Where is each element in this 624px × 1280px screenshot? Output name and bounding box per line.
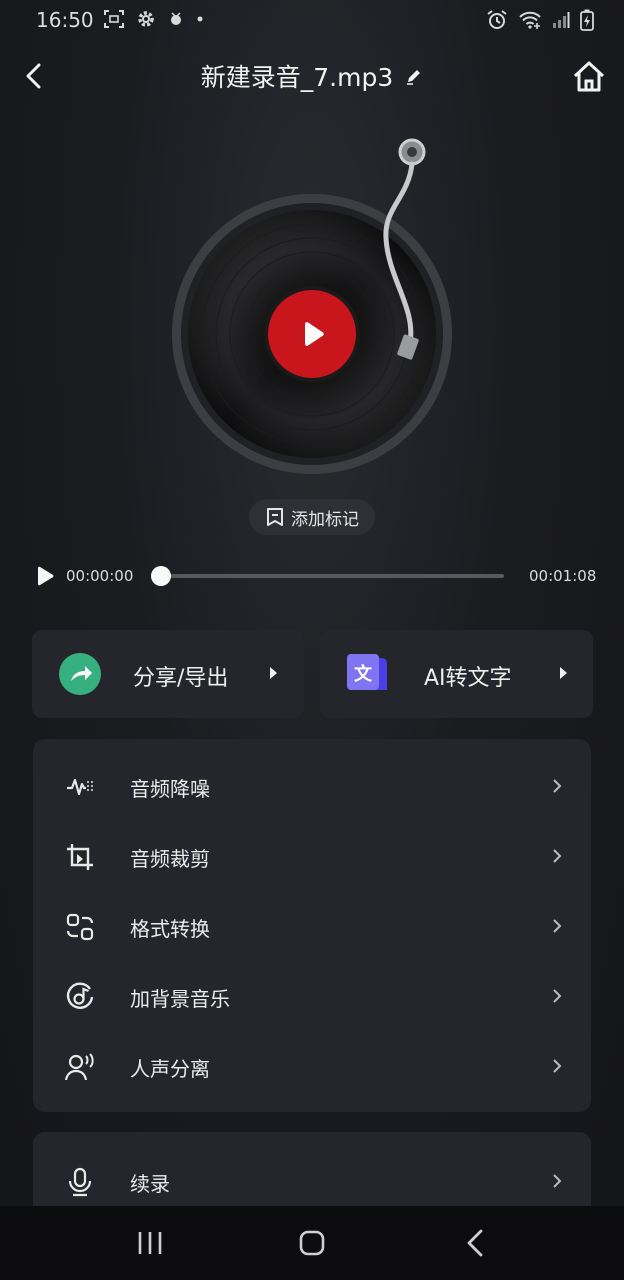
tools-list: 音频降噪 音频裁剪 格式转换 加背景音乐 人声分离 xyxy=(33,739,591,1112)
waveform-icon xyxy=(67,778,93,796)
share-export-label: 分享/导出 xyxy=(133,666,229,691)
home-nav-icon xyxy=(299,1230,325,1256)
status-left-icons xyxy=(104,9,204,29)
bookmark-icon xyxy=(267,508,283,526)
chevron-right-icon xyxy=(553,1059,562,1073)
tool-voice-separation[interactable]: 人声分离 xyxy=(33,1031,591,1101)
recent-apps-button[interactable] xyxy=(130,1226,170,1260)
screenshot-icon xyxy=(104,10,124,28)
svg-text:文: 文 xyxy=(354,663,373,685)
total-time: 00:01:08 xyxy=(529,567,597,585)
tool-bg-music[interactable]: 加背景音乐 xyxy=(33,961,591,1031)
dot-icon xyxy=(196,15,204,23)
back-nav-button[interactable] xyxy=(455,1226,495,1260)
progress-thumb[interactable] xyxy=(151,566,171,586)
ai-transcribe-button[interactable]: 文 AI转文字 xyxy=(320,630,593,718)
play-button[interactable] xyxy=(264,286,360,382)
tool-denoise[interactable]: 音频降噪 xyxy=(33,751,591,821)
gear-icon xyxy=(136,9,156,29)
tool-label: 音频降噪 xyxy=(130,777,210,801)
share-export-button[interactable]: 分享/导出 xyxy=(32,630,304,718)
battery-icon xyxy=(580,9,594,31)
pencil-icon[interactable] xyxy=(405,62,423,91)
music-disc-icon xyxy=(66,982,94,1009)
status-bar: 16:50 xyxy=(0,0,624,40)
tool-crop[interactable]: 音频裁剪 xyxy=(33,821,591,891)
tool-label: 人声分离 xyxy=(130,1057,210,1081)
add-mark-label: 添加标记 xyxy=(291,509,359,530)
convert-icon xyxy=(66,913,94,941)
wifi-icon xyxy=(518,10,542,30)
microphone-icon xyxy=(68,1167,92,1197)
mini-play-button[interactable] xyxy=(34,565,56,587)
chevron-right-icon xyxy=(553,919,562,933)
progress-track[interactable] xyxy=(160,574,504,578)
bug-icon xyxy=(168,11,184,27)
ai-text-icon: 文 xyxy=(347,654,387,690)
triangle-right-icon xyxy=(560,667,567,679)
status-time: 16:50 xyxy=(36,8,94,32)
home-icon xyxy=(573,61,605,92)
status-right-icons xyxy=(486,9,594,31)
chevron-right-icon xyxy=(553,779,562,793)
chevron-right-icon xyxy=(553,849,562,863)
voice-icon xyxy=(65,1053,94,1081)
tool-convert[interactable]: 格式转换 xyxy=(33,891,591,961)
add-mark-button[interactable]: 添加标记 xyxy=(249,499,375,535)
tool-label: 加背景音乐 xyxy=(130,987,230,1011)
play-icon xyxy=(38,566,54,586)
tool-label: 续录 xyxy=(130,1172,170,1196)
tool-label: 音频裁剪 xyxy=(130,847,210,871)
home-button[interactable] xyxy=(570,58,608,96)
system-nav-bar xyxy=(0,1206,624,1280)
tool-label: 格式转换 xyxy=(130,917,210,941)
chevron-right-icon xyxy=(553,1174,562,1188)
recent-apps-icon xyxy=(138,1232,162,1254)
ai-transcribe-label: AI转文字 xyxy=(424,666,512,691)
alarm-icon xyxy=(486,9,508,31)
home-nav-button[interactable] xyxy=(292,1226,332,1260)
crop-icon xyxy=(67,844,93,870)
file-name: 新建录音_7.mp3 xyxy=(200,63,394,92)
chevron-right-icon xyxy=(553,989,562,1003)
share-icon xyxy=(59,653,101,695)
page-title[interactable]: 新建录音_7.mp3 xyxy=(0,58,624,94)
signal-icon xyxy=(552,11,570,29)
play-icon xyxy=(264,286,360,382)
tonearm xyxy=(378,138,438,368)
back-nav-icon xyxy=(467,1229,483,1257)
current-time: 00:00:00 xyxy=(66,567,134,585)
triangle-right-icon xyxy=(270,667,277,679)
